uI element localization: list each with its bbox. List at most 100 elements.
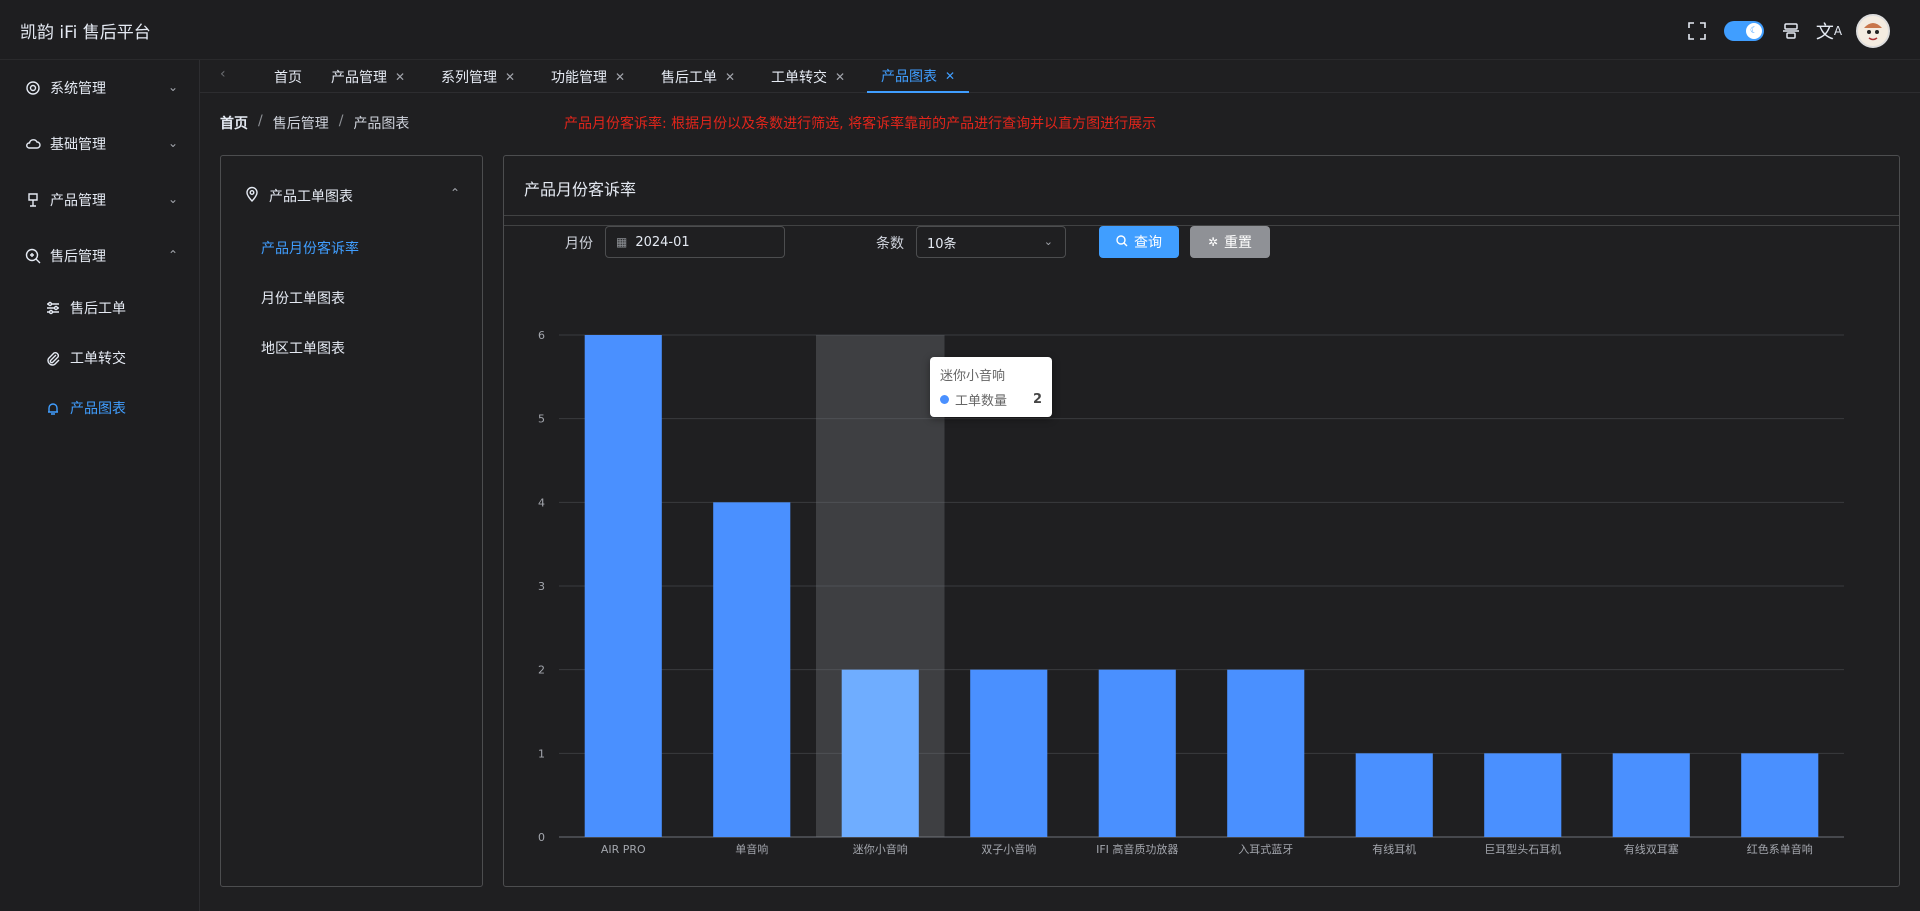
tooltip-series: 工单数量 <box>955 394 1008 409</box>
bar[interactable] <box>1484 753 1562 837</box>
sidebar-item-service-ticket[interactable]: 售后工单 <box>0 288 200 328</box>
sidebar-item-label: 产品管理 <box>50 193 106 209</box>
y-tick-label: 0 <box>538 831 545 844</box>
translate-icon[interactable]: 文A <box>1816 20 1842 43</box>
tab-label: 产品管理 <box>331 69 387 86</box>
page-notice: 产品月份客诉率: 根据月份以及条数进行筛选, 将客诉率靠前的产品进行查询并以直方… <box>564 116 1157 132</box>
sidebar-item-system[interactable]: 系统管理 ⌄ <box>0 68 200 108</box>
bar[interactable] <box>713 502 791 837</box>
bar[interactable] <box>1741 753 1819 837</box>
bar[interactable] <box>841 669 919 837</box>
y-tick-label: 3 <box>538 580 545 593</box>
tab-label: 售后工单 <box>661 69 717 86</box>
theme-toggle[interactable]: ☾ <box>1724 21 1764 41</box>
sidebar-item-label: 工单转交 <box>70 351 126 367</box>
tab-product-chart[interactable]: 产品图表 ✕ <box>867 60 970 93</box>
app-title: 凯韵 iFi 售后平台 <box>20 23 151 43</box>
moon-icon: ☾ <box>1746 23 1762 39</box>
sidebar-item-label: 售后工单 <box>70 301 126 317</box>
y-tick-label: 4 <box>538 496 545 509</box>
tabs-bar: ‹ 首页 产品管理 ✕ 系列管理 ✕ 功能管理 ✕ 售后工单 ✕ 工单转交 ✕ … <box>200 60 1920 93</box>
breadcrumb-item[interactable]: 首页 <box>220 113 248 133</box>
tab-service-ticket[interactable]: 售后工单 ✕ <box>661 60 735 93</box>
sidebar-item-label: 基础管理 <box>50 137 106 153</box>
bar[interactable] <box>584 335 662 837</box>
tab-home[interactable]: 首页 <box>274 60 302 93</box>
breadcrumb-item: 售后管理 <box>272 116 329 132</box>
chart-group-header[interactable]: 产品工单图表 <box>245 186 353 206</box>
tab-label: 首页 <box>274 69 302 86</box>
location-icon <box>245 186 259 206</box>
chart-card: 产品月份客诉率 月份 ▦ 2024-01 条数 10条 ⌄ 查询 ✲ 重置 01… <box>503 155 1900 887</box>
tab-series-manage[interactable]: 系列管理 ✕ <box>441 60 515 93</box>
bar[interactable] <box>1612 753 1690 837</box>
tab-ticket-transfer[interactable]: 工单转交 ✕ <box>771 60 845 93</box>
y-tick-label: 2 <box>538 664 545 677</box>
bar[interactable] <box>970 669 1048 837</box>
menu-item-monthly-complaint[interactable]: 产品月份客诉率 <box>261 238 359 258</box>
x-tick-label: 红色系单音响 <box>1747 842 1813 856</box>
x-tick-label: 巨耳型头石耳机 <box>1484 842 1561 856</box>
sliders-icon <box>44 299 62 317</box>
chevron-up-icon[interactable]: ⌃ <box>450 186 460 200</box>
chevron-down-icon: ⌄ <box>167 192 178 206</box>
x-tick-label: AIR PRO <box>601 843 646 856</box>
avatar[interactable] <box>1856 14 1890 48</box>
sidebar-item-basic[interactable]: 基础管理 ⌄ <box>0 124 200 164</box>
menu-item-region-ticket[interactable]: 地区工单图表 <box>261 338 345 358</box>
x-tick-label: 入耳式蓝牙 <box>1238 843 1293 856</box>
breadcrumb-item: 产品图表 <box>353 116 410 132</box>
bar[interactable] <box>1355 753 1433 837</box>
x-tick-label: 有线耳机 <box>1372 842 1416 856</box>
bar[interactable] <box>1227 669 1305 837</box>
tab-label: 功能管理 <box>551 69 607 86</box>
sidebar-item-product[interactable]: 产品管理 ⌄ <box>0 180 200 220</box>
chart-tooltip: 迷你小音响 工单数量 2 <box>930 357 1052 417</box>
chart-menu-panel: 产品工单图表 ⌃ 产品月份客诉率 月份工单图表 地区工单图表 <box>220 155 483 887</box>
x-tick-label: 单音响 <box>735 842 768 856</box>
chevron-left-icon[interactable]: ‹ <box>220 66 226 82</box>
sidebar-item-label: 产品图表 <box>70 401 126 417</box>
fullscreen-icon[interactable] <box>1686 20 1708 42</box>
close-icon[interactable]: ✕ <box>395 70 405 84</box>
tab-product-manage[interactable]: 产品管理 ✕ <box>331 60 405 93</box>
series-dot <box>940 395 949 404</box>
x-tick-label: 双子小音响 <box>981 842 1036 856</box>
chevron-up-icon: ⌃ <box>167 248 178 262</box>
sidebar-item-ticket-transfer[interactable]: 工单转交 <box>0 338 200 378</box>
chevron-down-icon: ⌄ <box>167 80 178 94</box>
tab-function-manage[interactable]: 功能管理 ✕ <box>551 60 625 93</box>
sidebar-item-label: 系统管理 <box>50 81 106 97</box>
layout-icon[interactable] <box>1780 20 1802 42</box>
tooltip-value: 2 <box>1032 392 1042 407</box>
paperclip-icon <box>44 349 62 367</box>
tab-label: 系列管理 <box>441 69 497 86</box>
y-tick-label: 1 <box>538 747 545 760</box>
x-tick-label: IFI 高音质功放器 <box>1096 842 1178 856</box>
sidebar: 系统管理 ⌄ 基础管理 ⌄ 产品管理 ⌄ 售后管理 ⌃ 售后工单 工单转交 产品… <box>0 60 200 911</box>
breadcrumb-separator: / <box>338 113 344 129</box>
close-icon[interactable]: ✕ <box>505 70 515 84</box>
bar[interactable] <box>1098 669 1176 837</box>
menu-item-monthly-ticket[interactable]: 月份工单图表 <box>261 288 345 308</box>
tab-label: 产品图表 <box>881 68 937 85</box>
y-tick-label: 6 <box>538 329 545 342</box>
close-icon[interactable]: ✕ <box>945 69 955 83</box>
close-icon[interactable]: ✕ <box>725 70 735 84</box>
breadcrumb: 首页 / 售后管理 / 产品图表 <box>220 113 409 133</box>
chevron-down-icon: ⌄ <box>167 136 178 150</box>
sidebar-item-product-chart[interactable]: 产品图表 <box>0 388 200 428</box>
y-tick-label: 5 <box>538 413 545 426</box>
sidebar-item-label: 售后管理 <box>50 249 106 265</box>
zoom-in-icon <box>24 247 42 265</box>
bar-chart[interactable]: 0 1 2 3 4 5 6 AIR PRO 单音响 迷你小音响双子小音响 IFI 高音质功放器 入耳式… <box>504 156 1899 886</box>
close-icon[interactable]: ✕ <box>615 70 625 84</box>
header-actions: ☾ 文A <box>1686 14 1890 48</box>
lamp-icon <box>24 191 42 209</box>
sidebar-item-aftersales[interactable]: 售后管理 ⌃ <box>0 236 200 276</box>
bell-icon <box>44 399 62 417</box>
x-tick-label: 有线双耳塞 <box>1624 842 1679 856</box>
tooltip-title: 迷你小音响 <box>940 369 1006 384</box>
close-icon[interactable]: ✕ <box>835 70 845 84</box>
gear-icon <box>24 79 42 97</box>
